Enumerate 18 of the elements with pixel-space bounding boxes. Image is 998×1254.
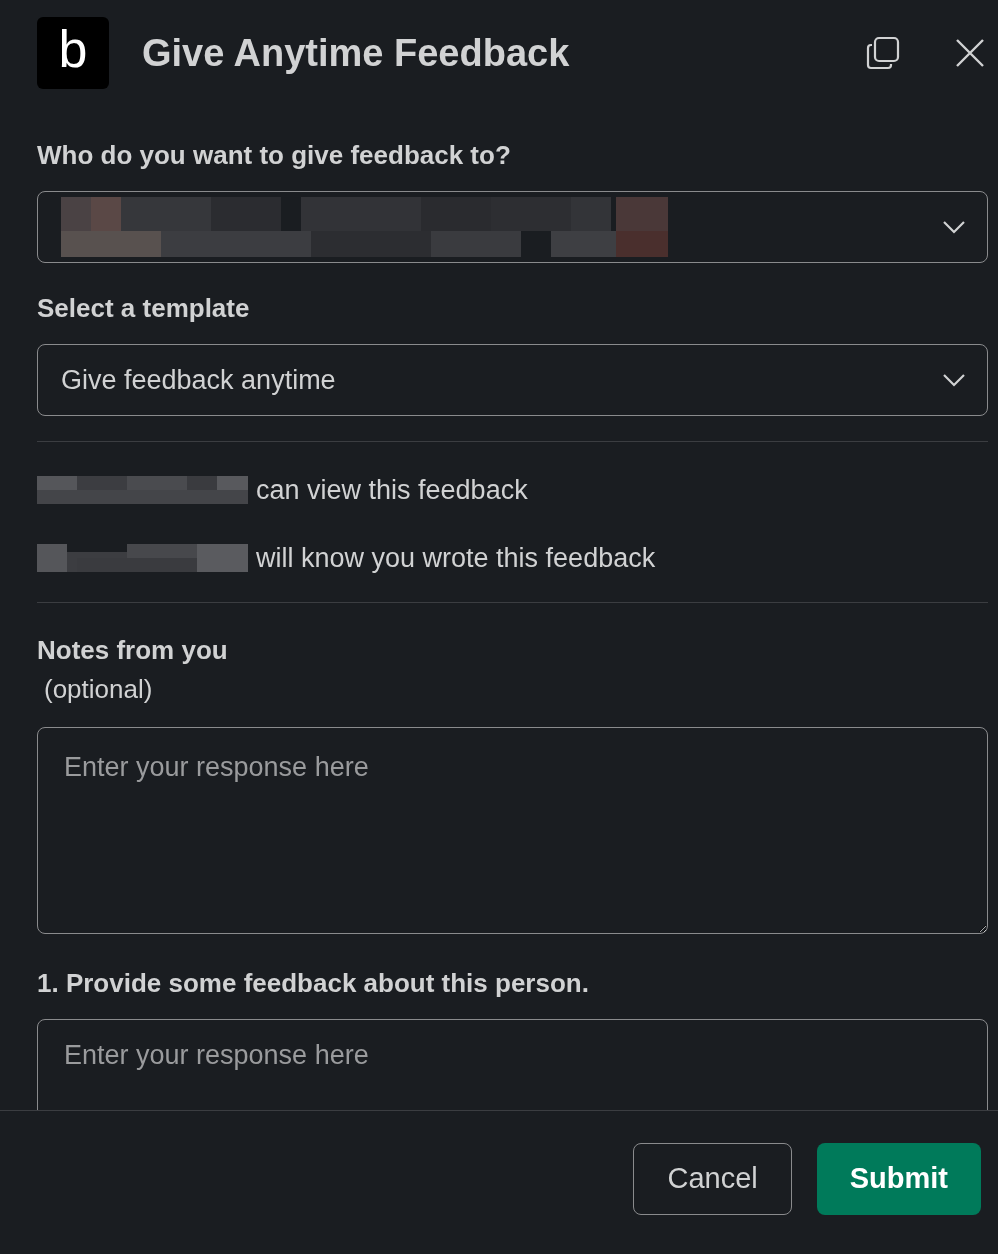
optional-hint: (optional) <box>44 674 154 705</box>
field-label: Notes from you <box>37 635 229 666</box>
template-select[interactable]: Give feedback anytime <box>37 344 988 416</box>
field-label: Select a template <box>37 293 251 324</box>
question-label: 1. Provide some feedback about this person. <box>37 968 590 999</box>
chevron-down-icon <box>943 220 965 234</box>
chevron-down-icon <box>943 373 965 387</box>
cancel-button[interactable]: Cancel <box>633 1142 792 1215</box>
dialog-title: Give Anytime Feedback <box>142 31 571 75</box>
visibility-text: can view this feedback <box>256 474 528 506</box>
notes-textarea[interactable]: Enter your response here <box>37 727 988 934</box>
app-logo: b <box>37 17 109 89</box>
recipient-select[interactable] <box>37 191 988 263</box>
response-input[interactable]: Enter your response here <box>37 1019 988 1110</box>
submit-button[interactable]: Submit <box>816 1142 981 1215</box>
copy-icon[interactable] <box>865 35 901 71</box>
visibility-text: will know you wrote this feedback <box>256 542 656 574</box>
field-label: Who do you want to give feedback to? <box>37 140 512 171</box>
